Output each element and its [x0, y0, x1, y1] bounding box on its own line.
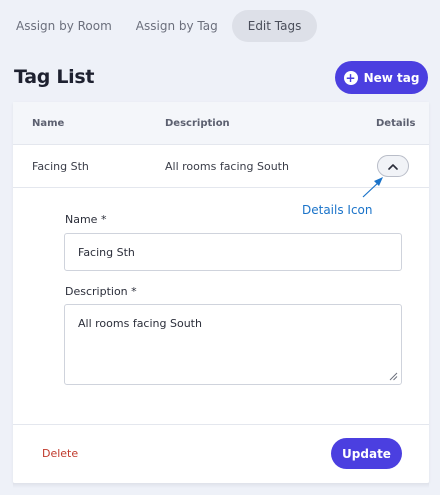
annotation-label: Details Icon [302, 203, 373, 217]
description-field-label: Description * [65, 285, 137, 298]
column-header-description: Description [165, 118, 230, 129]
chevron-up-icon [388, 163, 398, 170]
tag-description-cell: All rooms facing South [165, 160, 289, 173]
name-field-label: Name * [65, 213, 107, 226]
new-tag-button[interactable]: + New tag [335, 61, 428, 94]
plus-icon: + [343, 70, 358, 85]
update-button[interactable]: Update [331, 438, 402, 469]
tab-bar: Assign by Room Assign by Tag Edit Tags [6, 10, 318, 42]
tag-name-cell: Facing Sth [32, 160, 89, 173]
description-field-value: All rooms facing South [78, 317, 202, 330]
column-header-name: Name [32, 118, 65, 129]
tab-assign-by-tag[interactable]: Assign by Tag [126, 10, 228, 42]
tab-assign-by-room[interactable]: Assign by Room [6, 10, 122, 42]
name-field[interactable] [64, 233, 402, 271]
delete-button[interactable]: Delete [42, 447, 78, 460]
description-field[interactable]: All rooms facing South [64, 304, 402, 385]
new-tag-label: New tag [363, 70, 420, 85]
card-bottom-edge [13, 483, 429, 488]
page-title: Tag List [14, 66, 95, 88]
annotation-arrow-icon [362, 177, 383, 198]
column-header-details: Details [376, 118, 416, 129]
table-header: Name Description Details [13, 102, 429, 145]
form-divider [13, 424, 429, 425]
resize-handle-icon[interactable] [389, 372, 398, 381]
tab-edit-tags[interactable]: Edit Tags [231, 10, 318, 42]
